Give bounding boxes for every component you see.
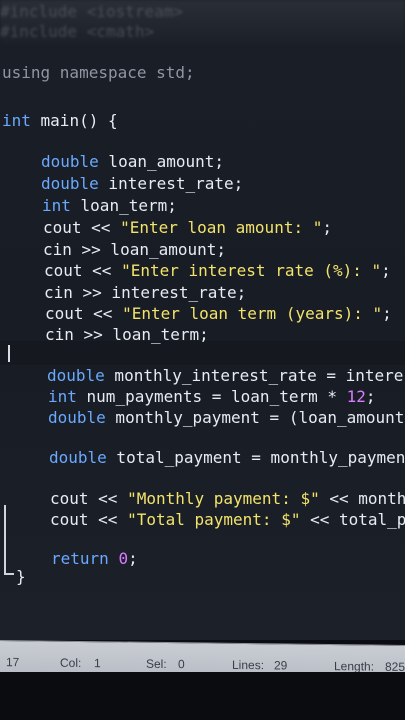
code-editor[interactable]: #include <iostream> #include <cmath> usi… — [0, 0, 405, 640]
status-lines-label: Lines: — [232, 657, 265, 673]
code-token: cout << — [50, 489, 128, 508]
code-line[interactable]: int loan_term; — [42, 196, 177, 216]
status-sel-value: 0 — [178, 657, 185, 672]
code-token: return — [51, 549, 109, 568]
code-token: cout << — [50, 510, 128, 529]
code-line[interactable]: cin >> loan_amount; — [43, 240, 226, 260]
code-token: loan_term; — [70, 196, 177, 215]
code-token: cout << — [44, 261, 122, 280]
blurred-header-area: #include <iostream> #include <cmath> — [0, 0, 405, 46]
code-line[interactable]: cout << "Monthly payment: $" << monthl — [50, 489, 405, 509]
status-col-label: Col: — [60, 655, 82, 670]
code-line[interactable]: int num_payments = loan_term * 12; — [48, 387, 376, 407]
code-token: "Enter loan amount: " — [120, 218, 323, 237]
code-token: "Enter loan term (years): " — [122, 304, 383, 323]
code-token: ; — [365, 387, 376, 406]
code-token: int — [2, 111, 31, 130]
code-token: ; — [382, 304, 392, 323]
screen-bezel — [0, 672, 405, 720]
code-line[interactable]: cin >> loan_term; — [45, 325, 209, 345]
code-token: double — [41, 174, 99, 193]
code-line[interactable]: cout << "Enter loan amount: "; — [43, 218, 332, 238]
code-token: << monthl — [329, 489, 405, 508]
code-token: double — [48, 408, 106, 427]
code-token: "Monthly payment: $" — [127, 489, 320, 508]
code-line[interactable]: double total_payment = monthly_payment — [49, 448, 405, 468]
code-line[interactable]: double loan_amount; — [41, 152, 224, 172]
status-lines-value: 29 — [274, 658, 288, 673]
code-line[interactable]: } — [16, 567, 26, 587]
code-line[interactable]: double monthly_payment = (loan_amount — [48, 408, 404, 428]
code-line[interactable]: double interest_rate; — [41, 174, 243, 194]
code-token: total_payment = monthly_payment — [106, 448, 405, 467]
status-col-value: 1 — [94, 656, 101, 671]
code-token: cin >> interest_rate; — [44, 283, 247, 302]
code-token: num_payments = loan_term * — [76, 387, 347, 406]
code-line[interactable]: cout << "Total payment: $" << total_pa — [50, 510, 405, 530]
code-token: ; — [128, 549, 138, 568]
code-token: cin >> loan_amount; — [43, 240, 227, 259]
text-cursor — [8, 345, 10, 362]
status-line-number: 17 — [6, 655, 20, 670]
code-token: main() { — [30, 111, 118, 130]
code-token: cout << — [45, 304, 123, 323]
code-token: cout << — [43, 218, 121, 237]
code-line[interactable]: cin >> interest_rate; — [44, 283, 246, 303]
blurred-line-2: #include <cmath> — [0, 22, 155, 41]
blurred-line-1: #include <iostream> — [0, 2, 184, 21]
code-token: << total_pa — [300, 510, 405, 529]
code-token: monthly_payment = (loan_amount — [105, 408, 405, 427]
code-token: "Total payment: $" — [127, 510, 301, 529]
code-token: double — [49, 448, 107, 467]
code-token: int — [42, 196, 71, 215]
code-line[interactable]: double monthly_interest_rate = interes — [47, 366, 405, 386]
code-token: using namespace std; — [2, 63, 195, 82]
code-token: cin >> loan_term; — [45, 325, 209, 344]
fold-guide-end — [4, 573, 14, 575]
code-line[interactable]: int main() { — [2, 111, 118, 131]
code-line[interactable]: using namespace std; — [2, 63, 195, 83]
code-line[interactable]: return 0; — [51, 549, 138, 569]
code-token: double — [47, 366, 105, 385]
code-token: interest_rate; — [98, 174, 244, 193]
code-token: } — [16, 567, 26, 586]
code-token: ; — [381, 261, 391, 280]
code-line[interactable]: cout << "Enter loan term (years): "; — [45, 304, 392, 324]
fold-guide — [4, 505, 6, 575]
code-line[interactable]: cout << "Enter interest rate (%): "; — [44, 261, 391, 281]
code-token: monthly_interest_rate = interes — [104, 366, 405, 385]
code-token: "Enter interest rate (%): " — [121, 261, 382, 280]
code-token: ; — [322, 218, 332, 237]
code-token: 0 — [118, 549, 129, 568]
code-token: double — [41, 152, 99, 171]
code-token: loan_amount; — [98, 152, 225, 171]
status-sel-label: Sel: — [146, 656, 167, 672]
code-token: int — [48, 387, 77, 406]
code-token: 12 — [346, 387, 366, 406]
